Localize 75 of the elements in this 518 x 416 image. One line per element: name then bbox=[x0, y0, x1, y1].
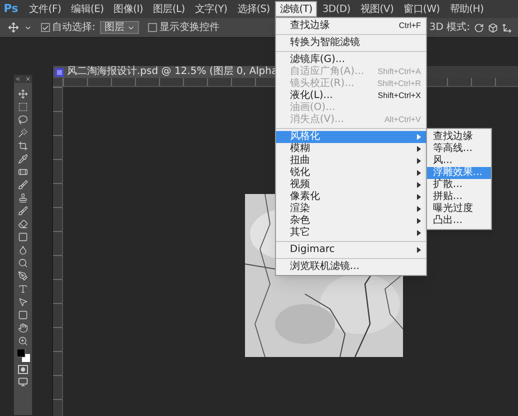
zoom-icon[interactable] bbox=[18, 336, 28, 346]
search-icon[interactable] bbox=[18, 258, 28, 268]
menu-item[interactable]: 液化(L)... Shift+Ctrl+X bbox=[276, 90, 426, 102]
checkbox[interactable] bbox=[148, 23, 158, 32]
droplet-icon[interactable] bbox=[18, 245, 28, 255]
hand-icon[interactable] bbox=[18, 323, 28, 333]
type-icon[interactable] bbox=[18, 284, 28, 294]
shortcut-text: Alt+Ctrl+V bbox=[384, 114, 421, 126]
square-icon[interactable] bbox=[18, 310, 28, 320]
target-dropdown[interactable]: 图层 bbox=[100, 21, 140, 34]
menu-title[interactable]: 文件(F) bbox=[24, 1, 66, 17]
menu-title[interactable]: 编辑(E) bbox=[66, 1, 109, 17]
menu-item[interactable]: 其它 bbox=[276, 227, 426, 239]
stamp-icon[interactable] bbox=[18, 193, 28, 203]
checkbox[interactable] bbox=[41, 23, 50, 32]
menu-item[interactable]: 视频 bbox=[276, 179, 426, 191]
dashed-square-icon[interactable] bbox=[18, 102, 28, 112]
move-arrows-icon[interactable] bbox=[18, 89, 28, 99]
submenu-item[interactable]: 拼贴... bbox=[426, 191, 491, 203]
menu-title[interactable]: 选择(S) bbox=[232, 1, 275, 17]
menu-item[interactable]: 模糊 bbox=[276, 143, 426, 155]
menu-item[interactable]: 像素化 bbox=[276, 191, 426, 203]
checkbox-label: 自动选择: bbox=[52, 20, 96, 35]
menu-item[interactable]: 转换为智能滤镜 bbox=[276, 37, 426, 49]
checkbox-label: 显示变换控件 bbox=[159, 20, 220, 35]
pointer-icon[interactable] bbox=[18, 297, 28, 307]
lasso-icon[interactable] bbox=[18, 115, 28, 125]
menu-item[interactable]: 查找边缘 Ctrl+F bbox=[276, 20, 426, 32]
ruler-corner bbox=[53, 78, 63, 87]
file-icon bbox=[55, 68, 64, 76]
pipette-icon[interactable] bbox=[18, 154, 28, 164]
close-icon[interactable] bbox=[25, 76, 31, 82]
color-swatches-icon[interactable] bbox=[16, 349, 30, 362]
menu-title[interactable]: 文字(Y) bbox=[190, 1, 232, 17]
shortcut-text: Ctrl+F bbox=[398, 20, 421, 32]
bandage-icon[interactable] bbox=[18, 167, 28, 177]
menu-title[interactable]: 滤镜(T) bbox=[274, 1, 318, 17]
brush-icon[interactable] bbox=[18, 180, 28, 190]
move-arrows-icon[interactable] bbox=[8, 22, 19, 33]
wand-icon[interactable] bbox=[18, 128, 28, 138]
monitor-icon[interactable] bbox=[18, 377, 28, 387]
rotate-icon[interactable] bbox=[474, 22, 484, 32]
menu-title[interactable]: 3D(D) bbox=[317, 1, 356, 17]
submenu-item[interactable]: 等高线... bbox=[426, 143, 491, 155]
brush-icon[interactable] bbox=[18, 206, 28, 216]
menu-item[interactable]: 滤镜库(G)... bbox=[276, 54, 426, 66]
axes-icon[interactable] bbox=[502, 22, 512, 32]
submenu-item[interactable]: 风... bbox=[426, 155, 491, 167]
mode-label: 3D 模式: bbox=[429, 20, 470, 35]
submenu-item[interactable]: 曝光过度 bbox=[426, 203, 491, 215]
submenu-item[interactable]: 凸出... bbox=[426, 215, 491, 227]
square-icon[interactable] bbox=[18, 232, 28, 242]
menu-item[interactable]: 浏览联机滤镜... bbox=[276, 261, 426, 273]
menu-title[interactable]: 图层(L) bbox=[148, 1, 190, 17]
menu-title[interactable]: 窗口(W) bbox=[398, 1, 445, 17]
menu-title[interactable]: 视图(V) bbox=[355, 1, 399, 17]
menu-item[interactable]: 扭曲 bbox=[276, 155, 426, 167]
menu-item[interactable]: 杂色 bbox=[276, 215, 426, 227]
menu-title[interactable]: 帮助(H) bbox=[444, 1, 489, 17]
submenu-item[interactable]: 查找边缘 bbox=[426, 131, 491, 143]
pen-icon[interactable] bbox=[18, 271, 28, 281]
cube-icon[interactable] bbox=[488, 22, 498, 32]
menu-item[interactable]: 渲染 bbox=[276, 203, 426, 215]
mask-icon[interactable] bbox=[18, 365, 28, 374]
eraser-icon[interactable] bbox=[18, 219, 28, 229]
menu-title[interactable]: 图像(I) bbox=[108, 1, 148, 17]
collapse-icon[interactable] bbox=[15, 76, 21, 82]
shortcut-text: Shift+Ctrl+A bbox=[378, 66, 421, 78]
submenu-item[interactable]: 扩散... bbox=[426, 179, 491, 191]
shortcut-text: Shift+Ctrl+R bbox=[377, 78, 421, 90]
menu-item[interactable]: Digimarc bbox=[276, 244, 426, 256]
shortcut-text: Shift+Ctrl+X bbox=[378, 90, 421, 102]
app-logo: Ps bbox=[2, 1, 20, 17]
crop-icon[interactable] bbox=[18, 141, 28, 151]
menu-item[interactable]: 锐化 bbox=[276, 167, 426, 179]
